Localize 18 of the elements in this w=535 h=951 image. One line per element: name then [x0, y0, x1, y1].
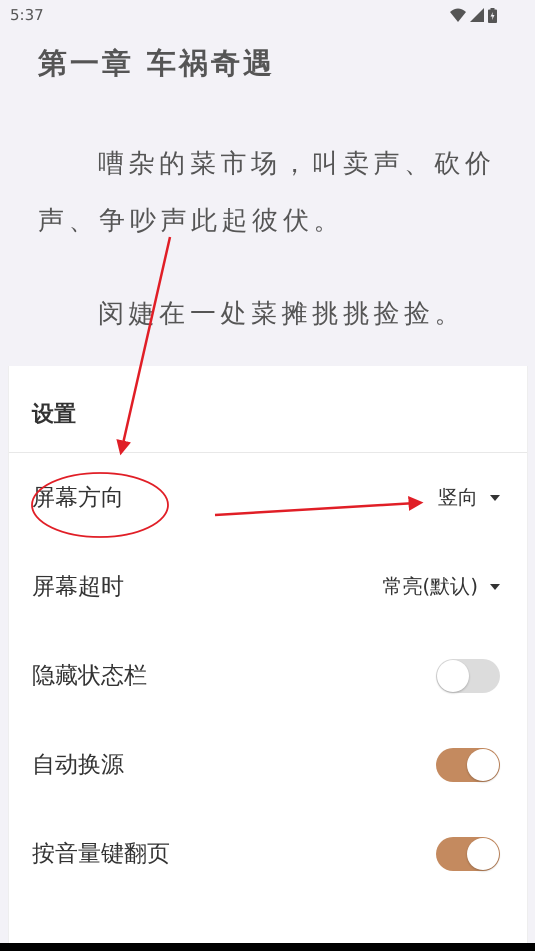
dropdown[interactable]: 竖向	[438, 484, 500, 511]
setting-label: 自动换源	[32, 751, 124, 780]
battery-icon	[488, 8, 497, 22]
toggle-switch[interactable]	[436, 658, 500, 692]
caret-icon	[490, 494, 500, 500]
setting-label: 屏幕超时	[32, 573, 124, 602]
toggle-switch[interactable]	[436, 836, 500, 870]
paragraph: 嘈杂的菜市场，叫卖声、砍价声、争吵声此起彼伏。	[38, 148, 497, 238]
setting-label: 隐藏状态栏	[32, 662, 147, 691]
dropdown[interactable]: 常亮(默认)	[382, 573, 500, 600]
toggle-switch[interactable]	[436, 748, 500, 782]
setting-label: 按音量键翻页	[32, 840, 170, 869]
chapter-title: 第一章 车祸奇遇	[38, 45, 276, 82]
signal-icon	[470, 8, 484, 22]
panel-title: 设置	[30, 401, 77, 429]
caret-icon	[490, 584, 500, 590]
status-time: 5:37	[10, 6, 44, 24]
wifi-icon	[450, 8, 466, 22]
